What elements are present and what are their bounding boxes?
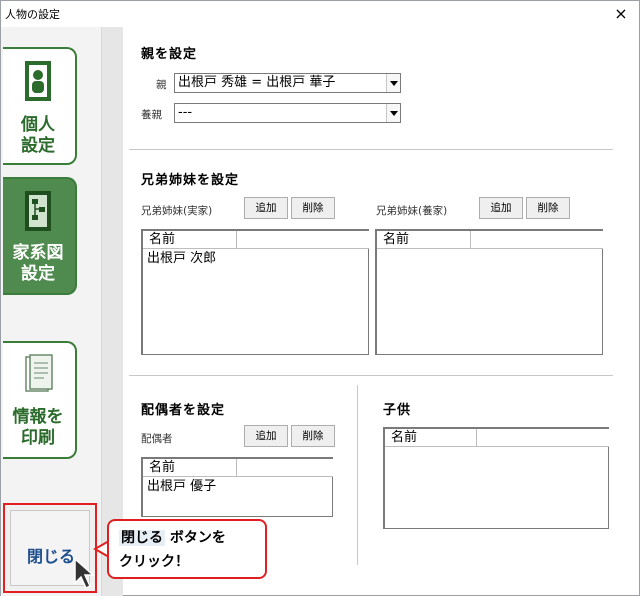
spouse-label: 配偶者 [141, 433, 173, 445]
chevron-down-icon [386, 74, 400, 92]
person-book-icon [25, 61, 51, 101]
children-section-title: 子供 [383, 403, 412, 418]
parents-section-title: 親を設定 [141, 47, 198, 62]
personal-settings-label-2: 設定 [21, 136, 55, 156]
column-header-name[interactable]: 名前 [385, 429, 477, 447]
callout-line-1: 閉じる ボタンを [119, 527, 226, 547]
list-header: 名前 [143, 459, 333, 477]
parent-select-value: 出根戸 秀雄 = 出根戸 華子 [178, 75, 336, 90]
mouse-cursor-icon [74, 557, 95, 590]
list-item[interactable]: 出根戸 次郎 [147, 251, 216, 267]
callout-line-1-rest: ボタンを [165, 530, 226, 546]
bio-siblings-list[interactable]: 名前 出根戸 次郎 [141, 229, 369, 355]
family-tree-label-2: 設定 [21, 264, 55, 284]
list-header: 名前 [385, 429, 609, 447]
children-list[interactable]: 名前 [383, 427, 609, 529]
column-header-name[interactable]: 名前 [143, 459, 237, 477]
spouse-list[interactable]: 名前 出根戸 優子 [141, 457, 333, 517]
personal-settings-label-1: 個人 [21, 115, 55, 135]
window-title: 人物の設定 [5, 8, 60, 21]
title-bar: 人物の設定 × [1, 1, 639, 27]
column-header-blank[interactable] [237, 459, 333, 477]
adoptive-parent-select[interactable]: --- [174, 103, 401, 123]
column-header-name[interactable]: 名前 [377, 231, 471, 249]
column-header-name[interactable]: 名前 [143, 231, 237, 249]
siblings-section-title: 兄弟姉妹を設定 [141, 173, 240, 188]
spouse-section-title: 配偶者を設定 [141, 403, 226, 418]
delete-bio-sibling-button[interactable]: 削除 [291, 197, 335, 219]
family-tree-settings-button[interactable]: 家系図 設定 [3, 177, 77, 295]
family-tree-label-1: 家系図 [12, 243, 64, 263]
print-info-label-2: 印刷 [21, 428, 55, 448]
close-button[interactable]: 閉じる [3, 503, 97, 593]
parent-label: 親 [156, 79, 167, 91]
list-header: 名前 [143, 231, 369, 249]
adoptive-parent-select-value: --- [178, 105, 193, 120]
delete-adoptive-sibling-button[interactable]: 削除 [526, 197, 570, 219]
adoptive-siblings-label: 兄弟姉妹(養家) [376, 205, 448, 217]
chevron-down-icon [386, 104, 400, 122]
add-spouse-button[interactable]: 追加 [244, 425, 288, 447]
print-info-button[interactable]: 情報を 印刷 [3, 341, 77, 459]
vertical-divider [357, 385, 358, 565]
column-header-blank[interactable] [237, 231, 369, 249]
divider [129, 375, 613, 376]
window-close-button[interactable]: × [609, 3, 633, 25]
parent-select[interactable]: 出根戸 秀雄 = 出根戸 華子 [174, 73, 401, 93]
delete-spouse-button[interactable]: 削除 [291, 425, 335, 447]
callout-line-2: クリック！ [119, 554, 189, 570]
instruction-callout: 閉じる ボタンを クリック！ [107, 519, 267, 579]
adoptive-parent-label: 養親 [141, 109, 162, 121]
personal-settings-button[interactable]: 個人 設定 [3, 47, 77, 165]
family-tree-book-icon [25, 191, 51, 231]
sidebar-divider [101, 27, 123, 596]
bio-siblings-label: 兄弟姉妹(実家) [141, 205, 213, 217]
print-info-label-1: 情報を [12, 407, 64, 427]
column-header-blank[interactable] [471, 231, 603, 249]
column-header-blank[interactable] [477, 429, 609, 447]
document-icon [25, 354, 53, 392]
adoptive-siblings-list[interactable]: 名前 [375, 229, 603, 355]
list-item[interactable]: 出根戸 優子 [147, 479, 216, 495]
dialog-window: 人物の設定 × 個人 設定 家系図 設定 情報を 印刷 閉じる 閉じる ボタンを… [0, 0, 640, 596]
divider [129, 149, 613, 150]
list-header: 名前 [377, 231, 603, 249]
close-button-face: 閉じる [10, 510, 95, 590]
add-bio-sibling-button[interactable]: 追加 [244, 197, 288, 219]
add-adoptive-sibling-button[interactable]: 追加 [479, 197, 523, 219]
callout-highlight: 閉じる [119, 530, 165, 546]
